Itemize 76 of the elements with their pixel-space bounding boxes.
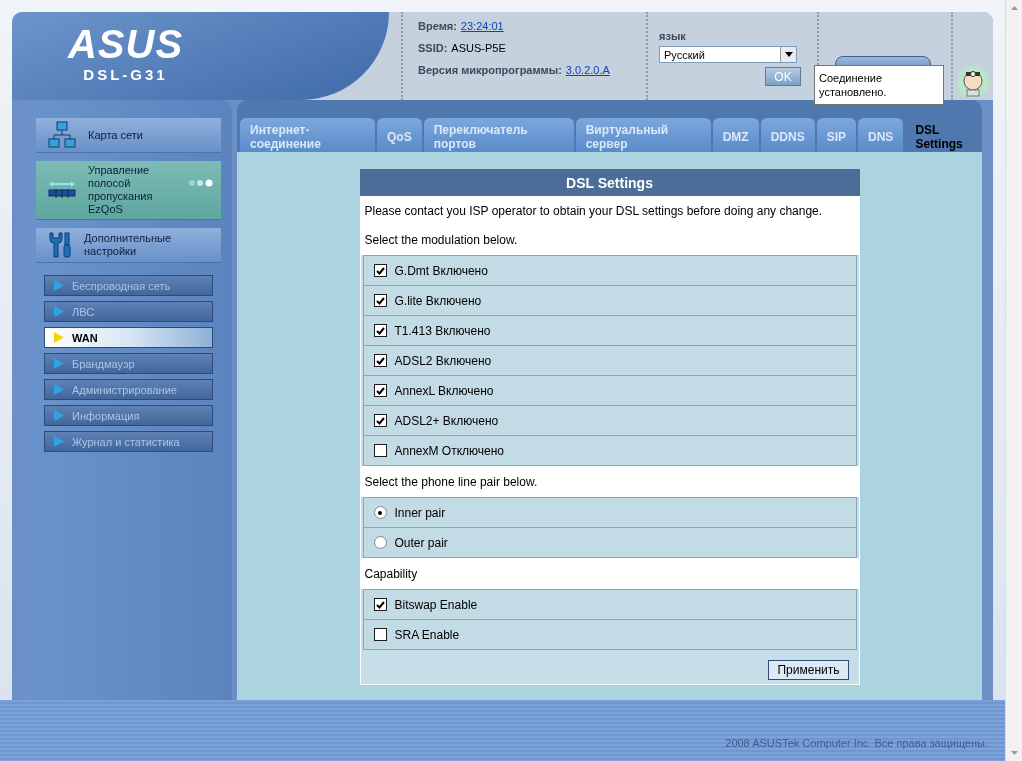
time-link[interactable]: 23:24:01	[460, 20, 504, 32]
ssid-value: ASUS-P5E	[451, 42, 506, 54]
triangle-icon	[54, 436, 64, 447]
ok-button[interactable]: OK	[765, 67, 801, 86]
radio-button[interactable]	[373, 506, 387, 519]
panel-title: DSL Settings	[359, 169, 860, 196]
triangle-icon	[54, 358, 64, 369]
tools-icon	[48, 231, 72, 259]
sidebar-item[interactable]: Беспроводная сеть	[44, 275, 213, 296]
option-label: SRA Enable	[394, 627, 460, 642]
sidebar-item[interactable]: Администрирование	[44, 379, 213, 400]
option-label: G.Dmt Включено	[394, 263, 488, 278]
time-label: Время:	[418, 20, 457, 32]
tab[interactable]: Интернет-соединение	[240, 118, 375, 152]
triangle-icon	[54, 280, 64, 291]
bandwidth-icon	[48, 180, 76, 200]
option-label: ADSL2 Включено	[394, 353, 492, 368]
triangle-icon	[54, 384, 64, 395]
stars-icon	[188, 179, 214, 187]
language-label: язык	[659, 30, 686, 42]
option-label: G.lite Включено	[394, 293, 482, 308]
copyright-text: 2008 ASUSTek Computer Inc. Все права защищены.	[725, 737, 988, 749]
checkbox[interactable]	[373, 294, 387, 307]
option-label: Bitswap Enable	[394, 597, 478, 612]
checkbox[interactable]	[373, 628, 387, 641]
dropdown-arrow-icon	[784, 52, 793, 57]
tab[interactable]: DSL Settings	[905, 118, 976, 152]
network-map-icon	[48, 121, 76, 149]
section-label: Select the phone line pair below.	[363, 474, 539, 491]
triangle-icon	[54, 306, 64, 317]
triangle-icon	[54, 410, 64, 421]
radio-button[interactable]	[373, 536, 387, 549]
checkbox[interactable]	[373, 444, 387, 457]
scrollbar[interactable]	[1005, 0, 1022, 761]
apply-button[interactable]: Применить	[768, 660, 849, 680]
checkbox[interactable]	[373, 384, 387, 397]
tab[interactable]: QoS	[377, 118, 422, 152]
sidebar-menu-item[interactable]: Дополнительные настройки	[36, 228, 221, 263]
notice-text: Please contact you ISP operator to obtain your DSL settings before doing any change.	[363, 203, 824, 220]
tab[interactable]: Переключатель портов	[423, 118, 574, 152]
checkbox[interactable]	[373, 414, 387, 427]
ssid-label: SSID:	[418, 42, 448, 54]
option-label: ADSL2+ Включено	[394, 413, 499, 428]
option-label: T1.413 Включено	[394, 323, 491, 338]
scroll-down-icon[interactable]	[1010, 751, 1018, 755]
status-tooltip: Соединение установлено.	[814, 65, 944, 105]
sidebar-item[interactable]: ЛВС	[44, 301, 213, 322]
language-select[interactable]: Русский	[659, 46, 797, 63]
firmware-link[interactable]: 3.0.2.0.A	[565, 64, 610, 76]
checkbox[interactable]	[373, 324, 387, 337]
scroll-up-icon[interactable]	[1010, 6, 1018, 10]
sidebar-item[interactable]: Журнал и статистика	[44, 431, 213, 452]
sidebar-item[interactable]: Информация	[44, 405, 213, 426]
option-label: Outer pair	[394, 535, 448, 550]
brand-logo: ASUS	[67, 22, 184, 66]
checkbox[interactable]	[373, 598, 387, 611]
mascot-icon	[956, 65, 990, 99]
tab[interactable]: Виртуальный сервер	[575, 118, 711, 152]
sidebar-item[interactable]: WAN	[44, 327, 213, 348]
tab[interactable]: DMZ	[712, 118, 759, 152]
sidebar-item[interactable]: Брандмауэр	[44, 353, 213, 374]
checkbox[interactable]	[373, 354, 387, 367]
section-label: Capability	[363, 566, 419, 583]
triangle-icon	[54, 332, 64, 343]
option-label: AnnexM Отключено	[394, 443, 505, 458]
sidebar-menu-item[interactable]: Карта сети	[36, 118, 221, 153]
tab[interactable]: DNS	[858, 118, 904, 152]
option-label: AnnexL Включено	[394, 383, 494, 398]
tab[interactable]: DDNS	[760, 118, 815, 152]
sidebar-menu-item[interactable]: Управление полосой пропускания EzQoS	[36, 161, 221, 220]
section-label: Select the modulation below.	[363, 232, 519, 249]
firmware-label: Версия микропрограммы:	[418, 64, 562, 76]
option-label: Inner pair	[394, 505, 446, 520]
model-name: DSL-G31	[83, 66, 168, 83]
checkbox[interactable]	[373, 264, 387, 277]
tab[interactable]: SIP	[816, 118, 857, 152]
